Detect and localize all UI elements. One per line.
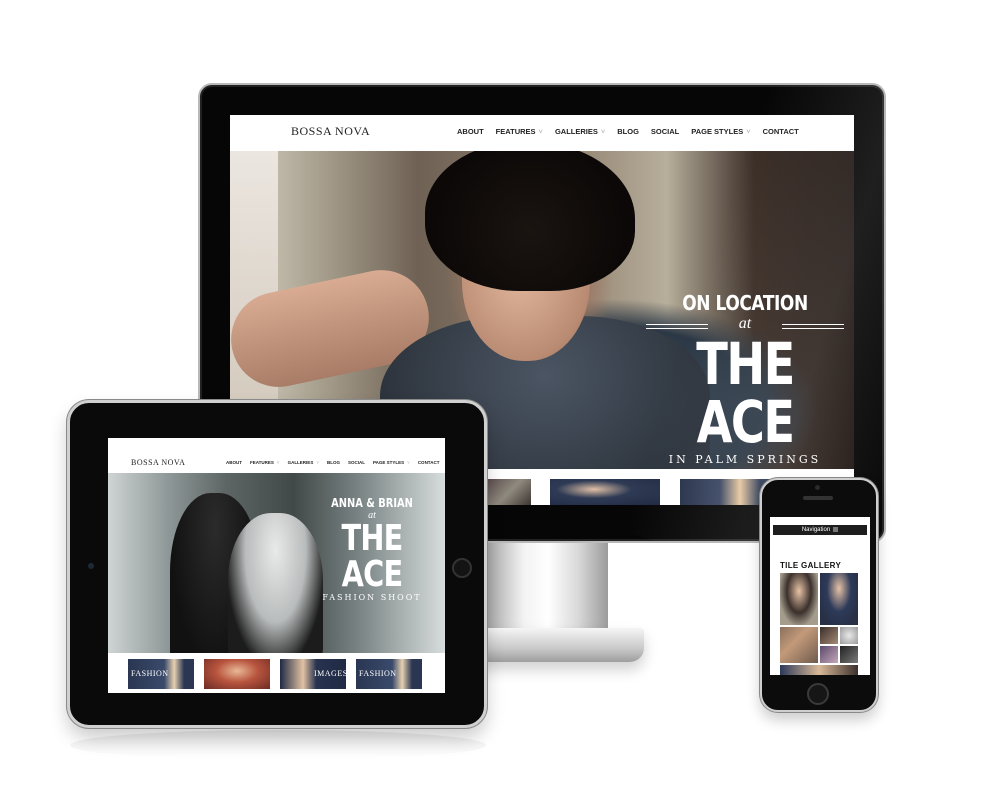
- nav-item-label: SOCIAL: [347, 460, 365, 465]
- desktop-nav-item-social[interactable]: SOCIAL: [651, 127, 679, 136]
- tablet-thumbnail[interactable]: IMAGES: [280, 659, 346, 689]
- nav-item-label: CONTACT: [762, 127, 799, 136]
- thumbnail-label: FASHION: [131, 669, 169, 678]
- chevron-down-icon: ˅: [276, 460, 280, 465]
- nav-item-label: GALLERIES: [554, 127, 598, 136]
- tablet-nav-item-contact[interactable]: CONTACT: [418, 460, 440, 465]
- tablet-nav-item-features[interactable]: FEATURES ˅: [250, 460, 280, 465]
- tablet-thumbnail[interactable]: FASHION: [356, 659, 422, 689]
- gallery-tile[interactable]: [840, 646, 858, 663]
- desktop-hero-caption: ON LOCATION at THE ACE IN PALM SPRINGS: [640, 291, 850, 466]
- chevron-down-icon: ˅: [407, 460, 410, 465]
- phone-home-button[interactable]: [807, 683, 829, 705]
- tablet-main-nav: ABOUT FEATURES ˅ GALLERIES ˅ BLOG SOCIAL PAGE S…: [226, 460, 439, 465]
- hero-caption-line1: ON LOCATION: [682, 291, 808, 315]
- tablet-website: BOSSA NOVA ABOUT FEATURES ˅ GALLERIES ˅ BLOG S…: [108, 438, 445, 693]
- tablet-reflection: [70, 730, 486, 760]
- tablet-nav-item-galleries[interactable]: GALLERIES ˅: [288, 460, 319, 465]
- nav-item-label: PAGE STYLES: [372, 460, 405, 465]
- nav-item-label: BLOG: [326, 460, 340, 465]
- desktop-nav-item-about[interactable]: ABOUT: [457, 127, 484, 136]
- tablet-nav-item-social[interactable]: SOCIAL: [348, 460, 365, 465]
- tablet-thumbnail-strip: FASHION IMAGES FASHION: [108, 653, 445, 693]
- desktop-nav-item-galleries[interactable]: GALLERIES ˅: [555, 127, 605, 136]
- tablet-home-button[interactable]: [452, 558, 472, 578]
- nav-item-label: BLOG: [617, 127, 639, 136]
- desktop-main-nav: ABOUT FEATURES ˅ GALLERIES ˅ BLOG SOCIAL PAGE S…: [457, 127, 799, 136]
- monitor-stand: [488, 540, 608, 635]
- tablet-nav-item-page-styles[interactable]: PAGE STYLES ˅: [373, 460, 410, 465]
- tablet-caption-line1: ANNA & BRIAN: [331, 496, 413, 510]
- gallery-tile[interactable]: [780, 665, 858, 675]
- nav-item-label: FEATURES: [495, 127, 536, 136]
- phone-navigation-label: Navigation: [801, 527, 831, 533]
- gallery-tile[interactable]: [820, 573, 858, 625]
- chevron-down-icon: ˅: [746, 127, 751, 136]
- tablet-nav-item-about[interactable]: ABOUT: [226, 460, 242, 465]
- nav-item-label: ABOUT: [226, 460, 242, 465]
- gallery-tile[interactable]: [840, 627, 858, 644]
- desktop-nav-item-contact[interactable]: CONTACT: [763, 127, 799, 136]
- desktop-thumbnail[interactable]: [550, 479, 660, 505]
- gallery-tile[interactable]: [820, 646, 838, 663]
- tablet-caption-title: THE ACE: [341, 518, 403, 595]
- phone-navigation-toggle[interactable]: Navigation: [773, 525, 867, 535]
- chevron-down-icon: ˅: [538, 127, 543, 136]
- nav-item-label: PAGE STYLES: [691, 127, 744, 136]
- hero-caption-title: THE ACE: [696, 330, 795, 456]
- phone-section-title: TILE GALLERY: [780, 561, 842, 570]
- nav-item-label: ABOUT: [457, 127, 484, 136]
- tablet-site-header: BOSSA NOVA ABOUT FEATURES ˅ GALLERIES ˅ BLOG S…: [108, 438, 445, 473]
- phone-camera: [815, 485, 820, 490]
- tablet-hero-banner: ANNA & BRIAN at THE ACE FASHION SHOOT: [108, 473, 445, 653]
- desktop-nav-item-features[interactable]: FEATURES ˅: [496, 127, 543, 136]
- desktop-thumbnail[interactable]: [488, 479, 531, 505]
- tablet-nav-item-blog[interactable]: BLOG: [327, 460, 340, 465]
- thumbnail-label: FASHION: [359, 669, 397, 678]
- desktop-logo[interactable]: BOSSA NOVA: [291, 124, 370, 139]
- desktop-nav-item-page-styles[interactable]: PAGE STYLES ˅: [691, 127, 750, 136]
- hero-model-hair: [425, 151, 635, 291]
- nav-item-label: FEATURES: [250, 460, 274, 465]
- thumbnail-label: IMAGES: [314, 669, 346, 678]
- tablet-logo[interactable]: BOSSA NOVA: [131, 458, 185, 467]
- gallery-tile[interactable]: [780, 627, 818, 663]
- chevron-down-icon: ˅: [316, 460, 319, 465]
- desktop-nav-item-blog[interactable]: BLOG: [617, 127, 639, 136]
- phone-website: Navigation TILE GALLERY: [770, 517, 870, 675]
- nav-item-label: GALLERIES: [287, 460, 314, 465]
- tablet-hero-caption: ANNA & BRIAN at THE ACE FASHION SHOOT: [308, 496, 436, 602]
- tablet-thumbnail[interactable]: FASHION: [128, 659, 194, 689]
- chevron-down-icon: ˅: [600, 127, 606, 136]
- tablet-thumbnail[interactable]: [204, 659, 270, 689]
- tablet-camera: [88, 563, 94, 569]
- nav-item-label: SOCIAL: [650, 127, 680, 136]
- gallery-tile[interactable]: [780, 573, 818, 625]
- desktop-site-header: BOSSA NOVA ABOUT FEATURES ˅ GALLERIES ˅ BLOG S…: [230, 115, 854, 151]
- gallery-tile[interactable]: [820, 627, 838, 644]
- menu-icon: [833, 526, 839, 532]
- nav-item-label: CONTACT: [417, 460, 440, 465]
- phone-speaker: [803, 496, 833, 500]
